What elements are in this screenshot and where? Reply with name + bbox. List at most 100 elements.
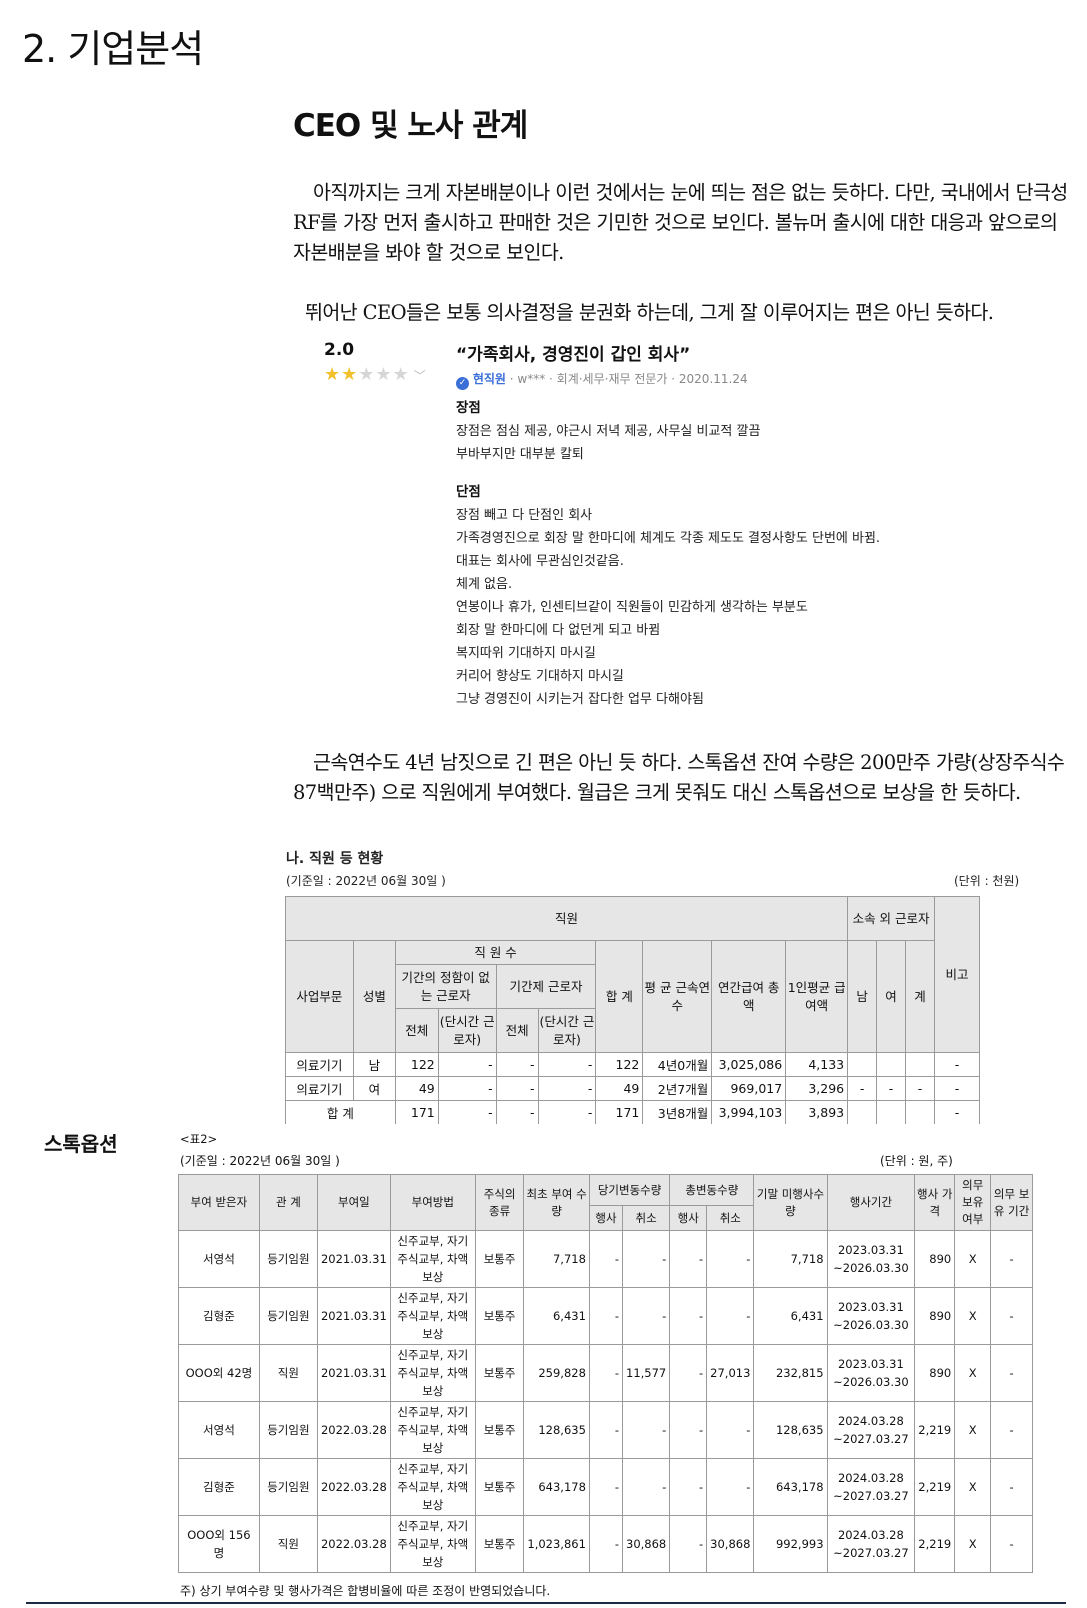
header-gender: 성별 (352, 940, 396, 1053)
cell-date: 2022.03.28 (316, 1458, 391, 1516)
cell-ending: 7,718 (753, 1230, 828, 1288)
review-score: 2.0 (324, 340, 355, 360)
header-regular-all: 전체 (394, 1008, 439, 1053)
star-empty-icon: ★ (358, 364, 376, 385)
header-contract: 기간제 근로자 (495, 964, 597, 1009)
cell-con-all: - (495, 1100, 539, 1124)
cell-p-ex: - (588, 1344, 624, 1402)
review-meta: ✓ 현직원 · w*** · 회계·세무·재무 전문가 · 2020.11.24 (456, 370, 748, 390)
cell-hold: X (954, 1515, 992, 1573)
cell-price: 2,219 (914, 1515, 956, 1573)
cons-item: 커리어 향상도 기대하지 마시길 (456, 669, 624, 684)
cell-note: - (933, 1052, 980, 1077)
cell-f (876, 1100, 907, 1124)
cell-reg-part: - (437, 1076, 497, 1101)
cell-s (905, 1100, 935, 1124)
cell-note: - (933, 1076, 980, 1101)
cell-method: 신주교부, 자기주식교부, 차액보상 (389, 1287, 476, 1345)
cell-grantee: 김형준 (178, 1458, 260, 1516)
header-pay-total: 연간급여 총 액 (711, 940, 787, 1053)
table-row: OOO외 156명 직원 2022.03.28 신주교부, 자기주식교부, 차액보상 보… (178, 1515, 1033, 1573)
so-header-period-change: 당기변동수량 (588, 1173, 671, 1207)
header-outside-workers: 소속 외 근로자 (847, 896, 935, 941)
cons-item: 복지따위 기대하지 마시길 (456, 646, 596, 661)
cell-t-cx: 30,868 (706, 1515, 755, 1573)
cons-item: 그냥 경영진이 시키는거 잡다한 업무 다해야됨 (456, 692, 704, 707)
staff-table-title: 나. 직원 등 현황 (286, 851, 384, 867)
star-filled-icon: ★ (341, 364, 359, 385)
so-header-exercise-period: 행사기간 (826, 1174, 916, 1231)
cell-tenure: 4년0개월 (642, 1052, 713, 1077)
cell-p-ex: - (588, 1458, 624, 1516)
cell-hold-p: - (990, 1458, 1033, 1516)
cell-p-ex: - (588, 1230, 624, 1288)
cell-tenure: 2년7개월 (642, 1076, 713, 1101)
so-header-holding-period: 의무 보유 기간 (990, 1174, 1033, 1231)
cell-price: 2,219 (914, 1458, 956, 1516)
so-header-total-exercised: 행사 (669, 1205, 708, 1231)
cell-p-cx: 11,577 (621, 1344, 671, 1402)
cell-ending: 6,431 (753, 1287, 828, 1345)
cell-date: 2021.03.31 (316, 1287, 391, 1345)
pros-item: 장점은 점심 제공, 야근시 저녁 제공, 사무실 비교적 깔끔 (456, 424, 761, 439)
so-header-relation: 관 계 (258, 1174, 318, 1231)
cell-t-ex: - (669, 1344, 708, 1402)
cell-t-cx: - (706, 1230, 755, 1288)
cell-con-part: - (537, 1076, 597, 1101)
bottom-rule (26, 1602, 1066, 1604)
cell-gender: 여 (352, 1076, 396, 1101)
cell-grantee: OOO외 156명 (178, 1515, 260, 1573)
stock-option-table-label: <표2> (180, 1132, 218, 1146)
cell-date: 2022.03.28 (316, 1515, 391, 1573)
cell-total: 171 (595, 1100, 644, 1124)
header-female: 여 (876, 940, 907, 1053)
verified-check-icon: ✓ (456, 377, 469, 390)
so-header-grant-date: 부여일 (316, 1174, 391, 1231)
cell-con-part: - (537, 1052, 597, 1077)
cell-relation: 등기임원 (258, 1458, 318, 1516)
cell-type: 보통주 (474, 1515, 525, 1573)
cell-t-cx: - (706, 1287, 755, 1345)
cons-item: 대표는 회사에 무관심인것같음. (456, 554, 624, 569)
cell-pay-avg: 3,893 (785, 1100, 849, 1124)
cell-p-ex: - (588, 1287, 624, 1345)
cell-hold: X (954, 1401, 992, 1459)
paragraph-decentralization: 뛰어난 CEO들은 보통 의사결정을 분권화 하는데, 그게 잘 이루어지는 편… (305, 301, 994, 324)
cell-type: 보통주 (474, 1401, 525, 1459)
cell-pay-total: 3,025,086 (711, 1052, 787, 1077)
cell-p-cx: - (621, 1401, 671, 1459)
cell-initial: 128,635 (523, 1401, 590, 1459)
paragraph-tenure-stock-options: 근속연수도 4년 남짓으로 긴 편은 아닌 듯 하다. 스톡옵션 잔여 수량은 … (293, 751, 1065, 804)
cell-hold-p: - (990, 1515, 1033, 1573)
header-regular-part: (단시간 근로자) (437, 1008, 497, 1053)
page-heading: 2. 기업분석 (22, 27, 204, 71)
so-header-grantee: 부여 받은자 (178, 1174, 260, 1231)
cell-relation: 등기임원 (258, 1287, 318, 1345)
cell-reg-all: 171 (394, 1100, 439, 1124)
paragraph-capital-allocation: 아직까지는 크게 자본배분이나 이런 것에서는 눈에 띄는 점은 없는 듯하다.… (293, 181, 1068, 264)
cell-date: 2022.03.28 (316, 1401, 391, 1459)
chevron-down-icon[interactable]: ﹀ (414, 369, 427, 383)
cell-s (905, 1052, 935, 1077)
pros-label: 장점 (456, 400, 481, 416)
cell-p-cx: - (621, 1458, 671, 1516)
cell-t-cx: - (706, 1401, 755, 1459)
star-rating: ★★★★★ ﹀ (324, 364, 427, 385)
header-regular: 기간의 정함이 없는 근로자 (394, 964, 497, 1009)
staff-table: 직원 소속 외 근로자 비고 사업부문 성별 직 원 수 합 계 평 균 근속연… (285, 896, 980, 1124)
header-sum: 계 (905, 940, 935, 1053)
cell-t-ex: - (669, 1515, 708, 1573)
cell-pay-total: 969,017 (711, 1076, 787, 1101)
cell-type: 보통주 (474, 1344, 525, 1402)
cell-price: 890 (914, 1230, 956, 1288)
cell-reg-all: 49 (394, 1076, 439, 1101)
header-staff: 직원 (285, 896, 849, 941)
so-header-ending-qty: 기말 미행사수량 (753, 1174, 828, 1231)
cell-total: 122 (595, 1052, 644, 1077)
cell-date: 2021.03.31 (316, 1344, 391, 1402)
cell-reg-part: - (437, 1052, 497, 1077)
so-header-period-cancelled: 취소 (621, 1205, 671, 1231)
cell-t-cx: - (706, 1458, 755, 1516)
cell-total: 49 (595, 1076, 644, 1101)
cons-item: 연봉이나 휴가, 인센티브같이 직원들이 민감하게 생각하는 부분도 (456, 600, 808, 615)
